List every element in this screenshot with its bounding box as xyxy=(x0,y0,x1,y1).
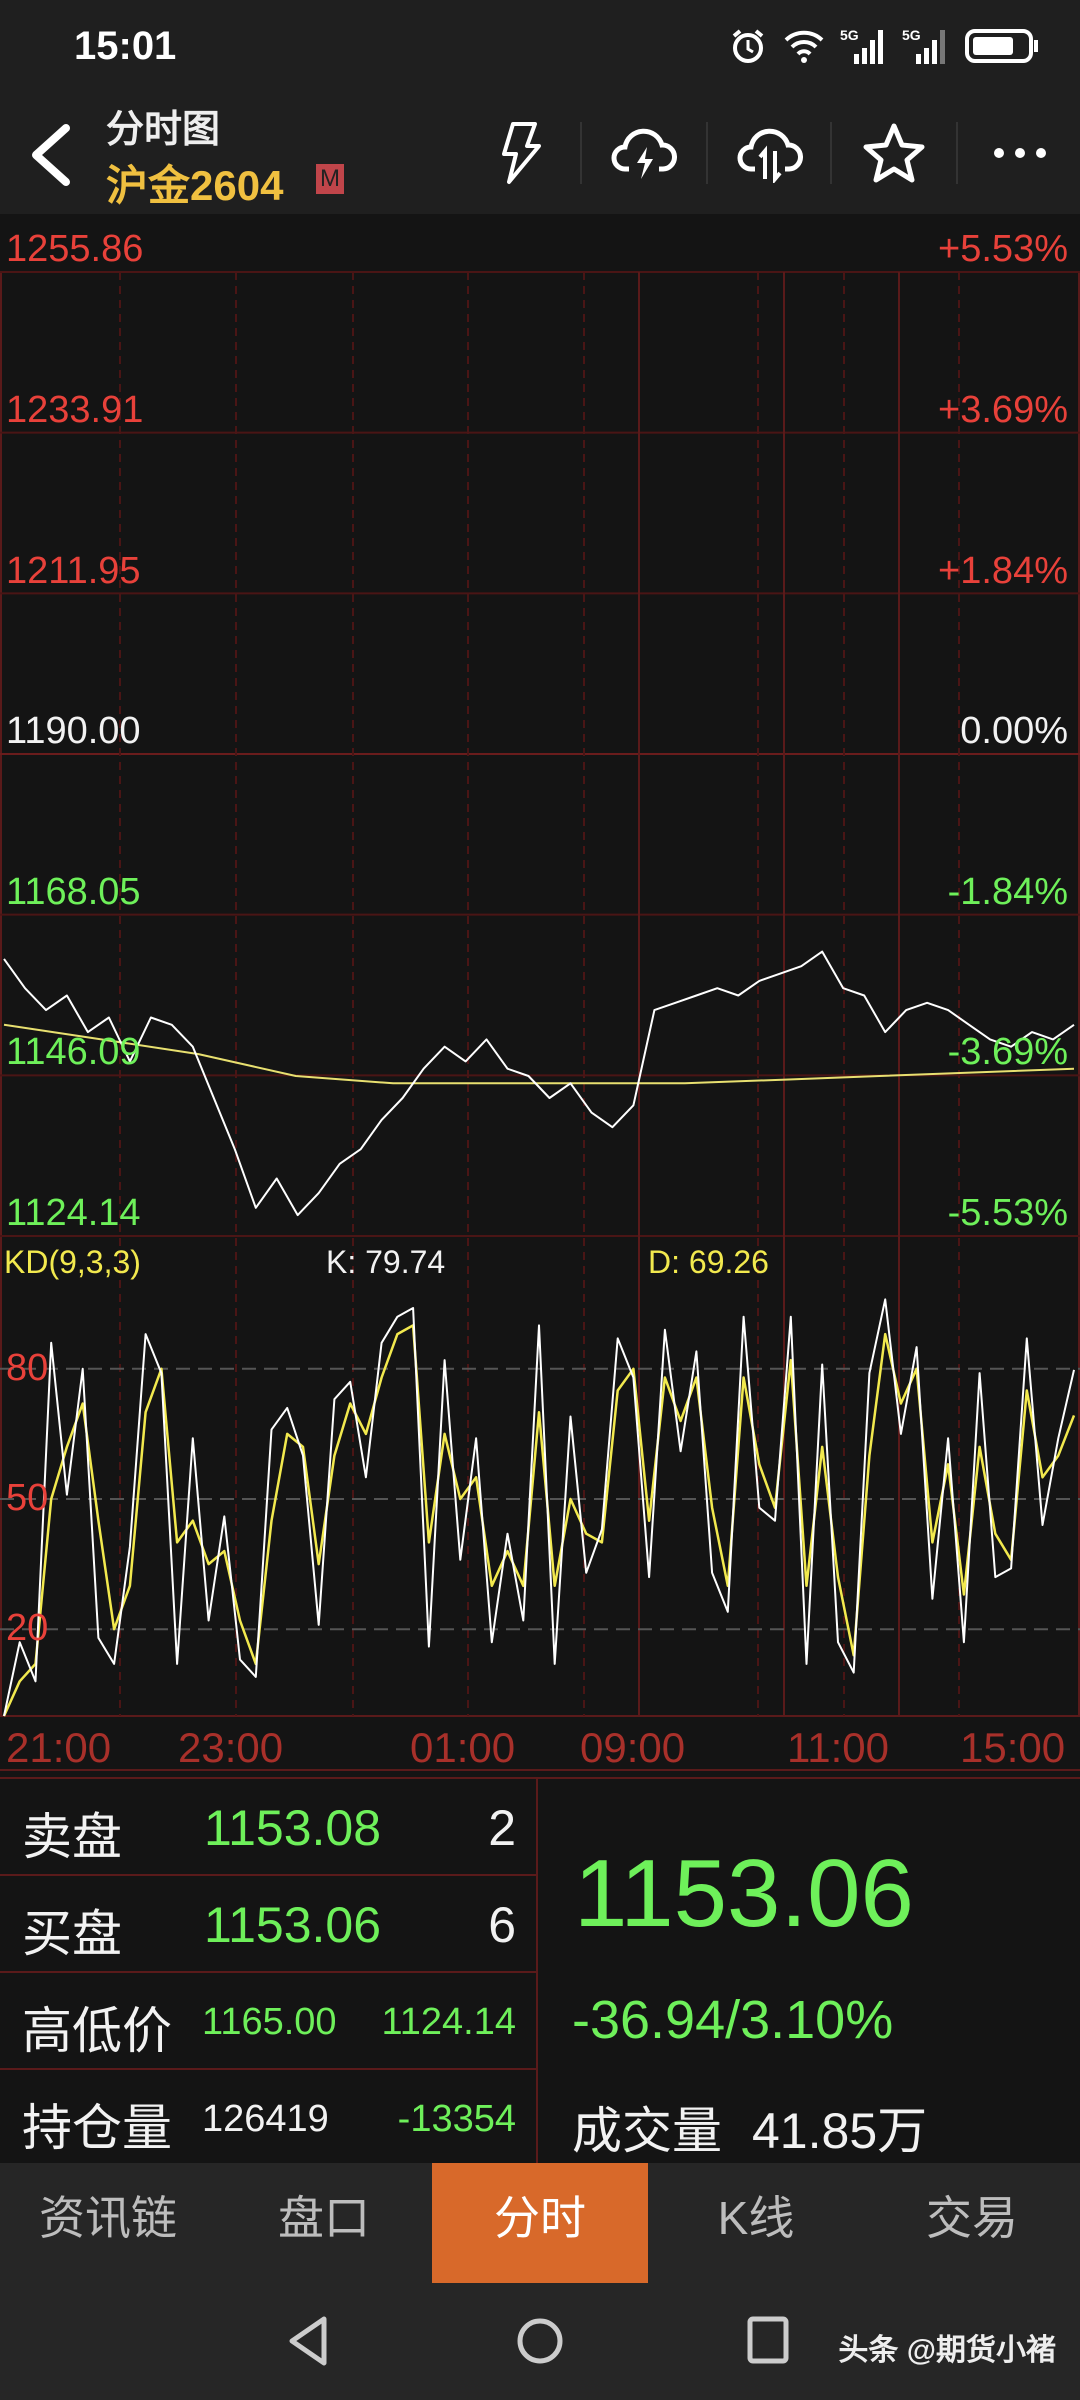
ask-label: 卖盘 xyxy=(22,1809,122,1865)
ask-price: 1153.08 xyxy=(204,1800,382,1856)
high-low-label: 高低价 xyxy=(22,2003,172,2059)
open-interest-change: -13354 xyxy=(397,2098,516,2140)
kd-k-value: K: 79.74 xyxy=(326,1244,446,1280)
header: 分时图 沪金2604 M xyxy=(0,90,1080,214)
battery-icon xyxy=(965,29,1038,63)
low-price: 1124.14 xyxy=(381,2001,516,2043)
pct-label: +1.84% xyxy=(938,550,1068,592)
nav-recents-icon[interactable] xyxy=(744,2313,794,2369)
price-label: 1146.09 xyxy=(6,1031,141,1073)
pct-label: -3.69% xyxy=(947,1031,1068,1073)
last-price: 1153.06 xyxy=(574,1840,914,1947)
signal-5g-icon: 5G xyxy=(902,27,945,64)
chevron-left-icon xyxy=(32,124,70,186)
volume-label: 成交量 xyxy=(572,2103,722,2159)
cloud-lightning-icon xyxy=(611,128,677,179)
time-label: 21:00 xyxy=(6,1724,112,1771)
time-label: 11:00 xyxy=(787,1724,889,1771)
contract-title: 沪金2604 xyxy=(106,162,284,209)
pct-label: -1.84% xyxy=(947,871,1068,913)
wifi-icon xyxy=(784,30,824,63)
more-icon xyxy=(994,148,1046,158)
flash-button[interactable] xyxy=(458,110,582,196)
bid-price: 1153.06 xyxy=(204,1897,382,1953)
favorite-button[interactable] xyxy=(832,110,956,196)
back-button[interactable] xyxy=(22,120,82,190)
ask-volume: 2 xyxy=(488,1800,516,1856)
svg-text:5G: 5G xyxy=(902,27,921,43)
kd-k-line xyxy=(3,1298,1075,1717)
pct-label: +3.69% xyxy=(938,389,1068,431)
volume-value: 41.85万 xyxy=(752,2103,928,2159)
main-contract-badge: M xyxy=(316,164,344,194)
price-label: 1124.14 xyxy=(6,1192,141,1234)
tab-kline[interactable]: K线 xyxy=(648,2163,864,2283)
pct-label: -5.53% xyxy=(947,1192,1068,1234)
bid-label: 买盘 xyxy=(22,1906,122,1962)
kd-tick-20: 20 xyxy=(6,1607,49,1649)
lightning-icon xyxy=(502,122,541,184)
price-label: 1190.00 xyxy=(6,710,141,752)
kd-tick-50: 50 xyxy=(6,1477,49,1519)
pct-label: 0.00% xyxy=(960,710,1068,752)
price-label: 1255.86 xyxy=(6,228,144,270)
cloud-flash-button[interactable] xyxy=(582,110,706,196)
star-icon xyxy=(863,123,925,183)
svg-text:5G: 5G xyxy=(840,27,859,43)
open-interest-row: 持仓量 126419 -13354 xyxy=(0,2070,536,2165)
open-interest: 126419 xyxy=(202,2098,329,2140)
price-change: -36.94/3.10% xyxy=(572,1990,894,2050)
status-time: 15:01 xyxy=(74,24,177,68)
page-subtitle: 分时图 xyxy=(106,109,221,151)
alarm-icon xyxy=(732,29,764,63)
kd-d-line xyxy=(2,1324,1076,1717)
time-label: 01:00 xyxy=(410,1724,516,1771)
status-bar: 15:01 5G 5G xyxy=(0,0,1080,90)
price-label: 1168.05 xyxy=(6,871,141,913)
tab-news-chain[interactable]: 资讯链 xyxy=(0,2163,216,2283)
chart-canvas xyxy=(0,271,1080,1771)
ask-row: 卖盘 1153.08 2 xyxy=(0,1779,536,1876)
system-nav-bar: 头条 @期货小褚 xyxy=(0,2283,1080,2400)
nav-back-icon[interactable] xyxy=(284,2313,334,2369)
bid-row: 买盘 1153.06 6 xyxy=(0,1876,536,1973)
more-button[interactable] xyxy=(958,110,1080,196)
kd-d-value: D: 69.26 xyxy=(648,1244,769,1280)
status-icons: 5G 5G xyxy=(728,26,1040,66)
tab-trade[interactable]: 交易 xyxy=(864,2163,1080,2283)
kd-tick-80: 80 xyxy=(6,1347,49,1389)
time-label: 15:00 xyxy=(960,1724,1066,1771)
pct-label: +5.53% xyxy=(938,228,1068,270)
bid-volume: 6 xyxy=(488,1897,516,1953)
divider xyxy=(536,1779,538,2163)
bottom-tab-bar: 资讯链 盘口 分时 K线 交易 xyxy=(0,2163,1080,2283)
tab-intraday[interactable]: 分时 xyxy=(432,2163,648,2283)
cloud-sync-icon xyxy=(737,128,803,183)
open-interest-label: 持仓量 xyxy=(22,2100,172,2156)
time-label: 23:00 xyxy=(178,1724,284,1771)
tab-order-book[interactable]: 盘口 xyxy=(216,2163,432,2283)
intraday-chart[interactable]: 1255.86 1233.91 1211.95 1190.00 1168.05 … xyxy=(0,214,1080,1777)
kd-indicator-name[interactable]: KD(9,3,3) xyxy=(4,1244,141,1281)
time-label: 09:00 xyxy=(580,1724,686,1771)
price-label: 1233.91 xyxy=(6,389,144,431)
quote-panel: 卖盘 1153.08 2 买盘 1153.06 6 高低价 1165.00 11… xyxy=(0,1777,1080,2163)
nav-home-icon[interactable] xyxy=(514,2313,566,2369)
signal-5g-icon: 5G xyxy=(840,27,883,64)
watermark: 头条 @期货小褚 xyxy=(838,2334,1056,2367)
high-price: 1165.00 xyxy=(202,2001,337,2043)
high-low-row: 高低价 1165.00 1124.14 xyxy=(0,1973,536,2070)
cloud-sync-button[interactable] xyxy=(708,110,832,196)
price-label: 1211.95 xyxy=(6,550,141,592)
